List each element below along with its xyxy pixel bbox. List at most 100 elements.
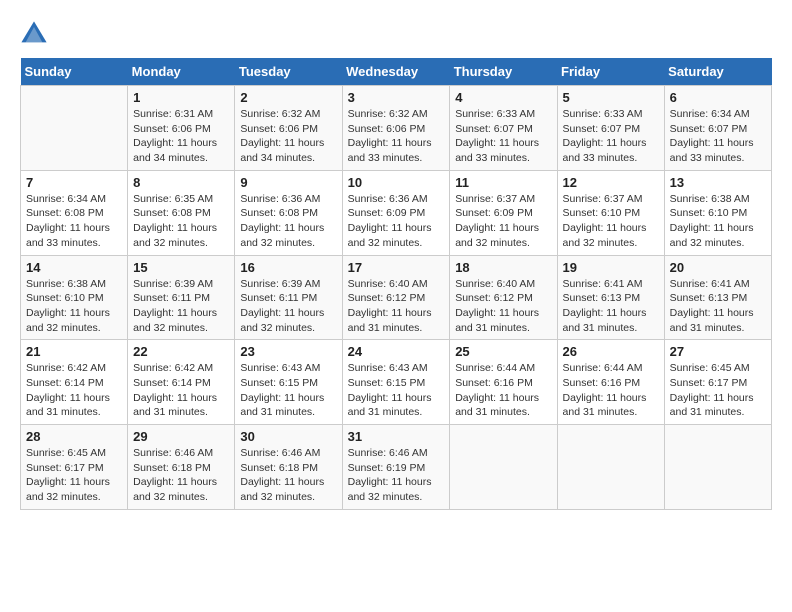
day-number: 25 xyxy=(455,344,551,359)
day-info-line: Sunset: 6:09 PM xyxy=(455,206,551,221)
calendar-cell: 11Sunrise: 6:37 AMSunset: 6:09 PMDayligh… xyxy=(450,170,557,255)
day-info-line: Sunset: 6:08 PM xyxy=(26,206,122,221)
day-info-line: Daylight: 11 hours and 32 minutes. xyxy=(26,306,122,335)
day-info-line: Daylight: 11 hours and 31 minutes. xyxy=(670,306,766,335)
header-saturday: Saturday xyxy=(664,58,771,86)
calendar-week-row: 7Sunrise: 6:34 AMSunset: 6:08 PMDaylight… xyxy=(21,170,772,255)
day-info-line: Sunrise: 6:32 AM xyxy=(240,107,336,122)
calendar-cell: 22Sunrise: 6:42 AMSunset: 6:14 PMDayligh… xyxy=(128,340,235,425)
day-info-line: Sunrise: 6:36 AM xyxy=(240,192,336,207)
day-info-line: Sunset: 6:14 PM xyxy=(133,376,229,391)
calendar-week-row: 21Sunrise: 6:42 AMSunset: 6:14 PMDayligh… xyxy=(21,340,772,425)
day-info-line: Sunset: 6:19 PM xyxy=(348,461,445,476)
day-info-line: Daylight: 11 hours and 31 minutes. xyxy=(133,391,229,420)
calendar-cell: 21Sunrise: 6:42 AMSunset: 6:14 PMDayligh… xyxy=(21,340,128,425)
day-number: 8 xyxy=(133,175,229,190)
day-number: 23 xyxy=(240,344,336,359)
day-info-line: Sunrise: 6:32 AM xyxy=(348,107,445,122)
calendar-cell: 7Sunrise: 6:34 AMSunset: 6:08 PMDaylight… xyxy=(21,170,128,255)
calendar-cell xyxy=(21,86,128,171)
day-number: 1 xyxy=(133,90,229,105)
day-info-line: Sunset: 6:17 PM xyxy=(26,461,122,476)
day-info-line: Sunset: 6:06 PM xyxy=(348,122,445,137)
day-number: 5 xyxy=(563,90,659,105)
day-number: 11 xyxy=(455,175,551,190)
day-info-line: Sunrise: 6:44 AM xyxy=(563,361,659,376)
calendar-cell: 13Sunrise: 6:38 AMSunset: 6:10 PMDayligh… xyxy=(664,170,771,255)
day-info-line: Daylight: 11 hours and 32 minutes. xyxy=(348,221,445,250)
day-number: 20 xyxy=(670,260,766,275)
day-info-line: Sunset: 6:17 PM xyxy=(670,376,766,391)
day-info-line: Sunset: 6:18 PM xyxy=(240,461,336,476)
calendar-cell: 9Sunrise: 6:36 AMSunset: 6:08 PMDaylight… xyxy=(235,170,342,255)
day-info-line: Daylight: 11 hours and 31 minutes. xyxy=(563,306,659,335)
day-info-line: Sunrise: 6:41 AM xyxy=(670,277,766,292)
calendar-cell: 30Sunrise: 6:46 AMSunset: 6:18 PMDayligh… xyxy=(235,425,342,510)
calendar-cell: 6Sunrise: 6:34 AMSunset: 6:07 PMDaylight… xyxy=(664,86,771,171)
day-info-line: Sunset: 6:12 PM xyxy=(348,291,445,306)
day-info-line: Sunset: 6:16 PM xyxy=(455,376,551,391)
day-info-line: Sunrise: 6:46 AM xyxy=(348,446,445,461)
day-info-line: Sunrise: 6:34 AM xyxy=(670,107,766,122)
day-info-line: Sunset: 6:15 PM xyxy=(348,376,445,391)
day-number: 10 xyxy=(348,175,445,190)
calendar-cell: 14Sunrise: 6:38 AMSunset: 6:10 PMDayligh… xyxy=(21,255,128,340)
day-info-line: Sunset: 6:08 PM xyxy=(133,206,229,221)
day-number: 3 xyxy=(348,90,445,105)
day-info-line: Daylight: 11 hours and 31 minutes. xyxy=(240,391,336,420)
calendar-cell: 23Sunrise: 6:43 AMSunset: 6:15 PMDayligh… xyxy=(235,340,342,425)
calendar-cell: 5Sunrise: 6:33 AMSunset: 6:07 PMDaylight… xyxy=(557,86,664,171)
calendar-cell: 19 Sunrise: 6:41 AMSunset: 6:13 PMDayligh… xyxy=(557,255,664,340)
day-info-line: Sunset: 6:15 PM xyxy=(240,376,336,391)
calendar-header-row: SundayMondayTuesdayWednesdayThursdayFrid… xyxy=(21,58,772,86)
day-info-line: Sunrise: 6:44 AM xyxy=(455,361,551,376)
day-info-line: Sunset: 6:13 PM xyxy=(670,291,766,306)
day-info-line: Sunrise: 6:31 AM xyxy=(133,107,229,122)
calendar-week-row: 28Sunrise: 6:45 AMSunset: 6:17 PMDayligh… xyxy=(21,425,772,510)
day-number: 21 xyxy=(26,344,122,359)
day-number: 19 xyxy=(563,260,659,275)
day-number: 6 xyxy=(670,90,766,105)
day-number: 29 xyxy=(133,429,229,444)
day-info-line: Daylight: 11 hours and 33 minutes. xyxy=(455,136,551,165)
day-number: 12 xyxy=(563,175,659,190)
day-info-line: Daylight: 11 hours and 32 minutes. xyxy=(133,306,229,335)
day-info-line: Sunrise: 6:40 AM xyxy=(455,277,551,292)
day-number: 30 xyxy=(240,429,336,444)
day-number: 22 xyxy=(133,344,229,359)
day-info-line: Daylight: 11 hours and 33 minutes. xyxy=(348,136,445,165)
day-number: 28 xyxy=(26,429,122,444)
calendar-table: SundayMondayTuesdayWednesdayThursdayFrid… xyxy=(20,58,772,510)
calendar-cell: 2Sunrise: 6:32 AMSunset: 6:06 PMDaylight… xyxy=(235,86,342,171)
calendar-cell: 15Sunrise: 6:39 AMSunset: 6:11 PMDayligh… xyxy=(128,255,235,340)
day-number: 14 xyxy=(26,260,122,275)
day-info-line: Sunrise: 6:41 AM xyxy=(563,277,659,292)
calendar-cell: 28Sunrise: 6:45 AMSunset: 6:17 PMDayligh… xyxy=(21,425,128,510)
calendar-cell: 10Sunrise: 6:36 AMSunset: 6:09 PMDayligh… xyxy=(342,170,450,255)
header-thursday: Thursday xyxy=(450,58,557,86)
day-info-line: Sunrise: 6:40 AM xyxy=(348,277,445,292)
day-info-line: Sunset: 6:13 PM xyxy=(563,291,659,306)
day-info-line: Sunrise: 6:38 AM xyxy=(670,192,766,207)
calendar-week-row: 1Sunrise: 6:31 AMSunset: 6:06 PMDaylight… xyxy=(21,86,772,171)
day-info-line: Daylight: 11 hours and 33 minutes. xyxy=(563,136,659,165)
day-info-line: Sunset: 6:11 PM xyxy=(133,291,229,306)
header-monday: Monday xyxy=(128,58,235,86)
calendar-cell: 31Sunrise: 6:46 AMSunset: 6:19 PMDayligh… xyxy=(342,425,450,510)
day-number: 27 xyxy=(670,344,766,359)
calendar-cell xyxy=(664,425,771,510)
day-info-line: Sunset: 6:06 PM xyxy=(133,122,229,137)
day-number: 2 xyxy=(240,90,336,105)
day-info-line: Sunrise: 6:38 AM xyxy=(26,277,122,292)
day-info-line: Sunset: 6:09 PM xyxy=(348,206,445,221)
day-number: 4 xyxy=(455,90,551,105)
calendar-cell: 18Sunrise: 6:40 AMSunset: 6:12 PMDayligh… xyxy=(450,255,557,340)
day-info-line: Sunset: 6:14 PM xyxy=(26,376,122,391)
day-info-line: Daylight: 11 hours and 33 minutes. xyxy=(26,221,122,250)
calendar-week-row: 14Sunrise: 6:38 AMSunset: 6:10 PMDayligh… xyxy=(21,255,772,340)
header-sunday: Sunday xyxy=(21,58,128,86)
day-info-line: Daylight: 11 hours and 32 minutes. xyxy=(348,475,445,504)
day-info-line: Daylight: 11 hours and 32 minutes. xyxy=(26,475,122,504)
day-info-line: Sunset: 6:12 PM xyxy=(455,291,551,306)
calendar-cell: 3 Sunrise: 6:32 AMSunset: 6:06 PMDaylight… xyxy=(342,86,450,171)
